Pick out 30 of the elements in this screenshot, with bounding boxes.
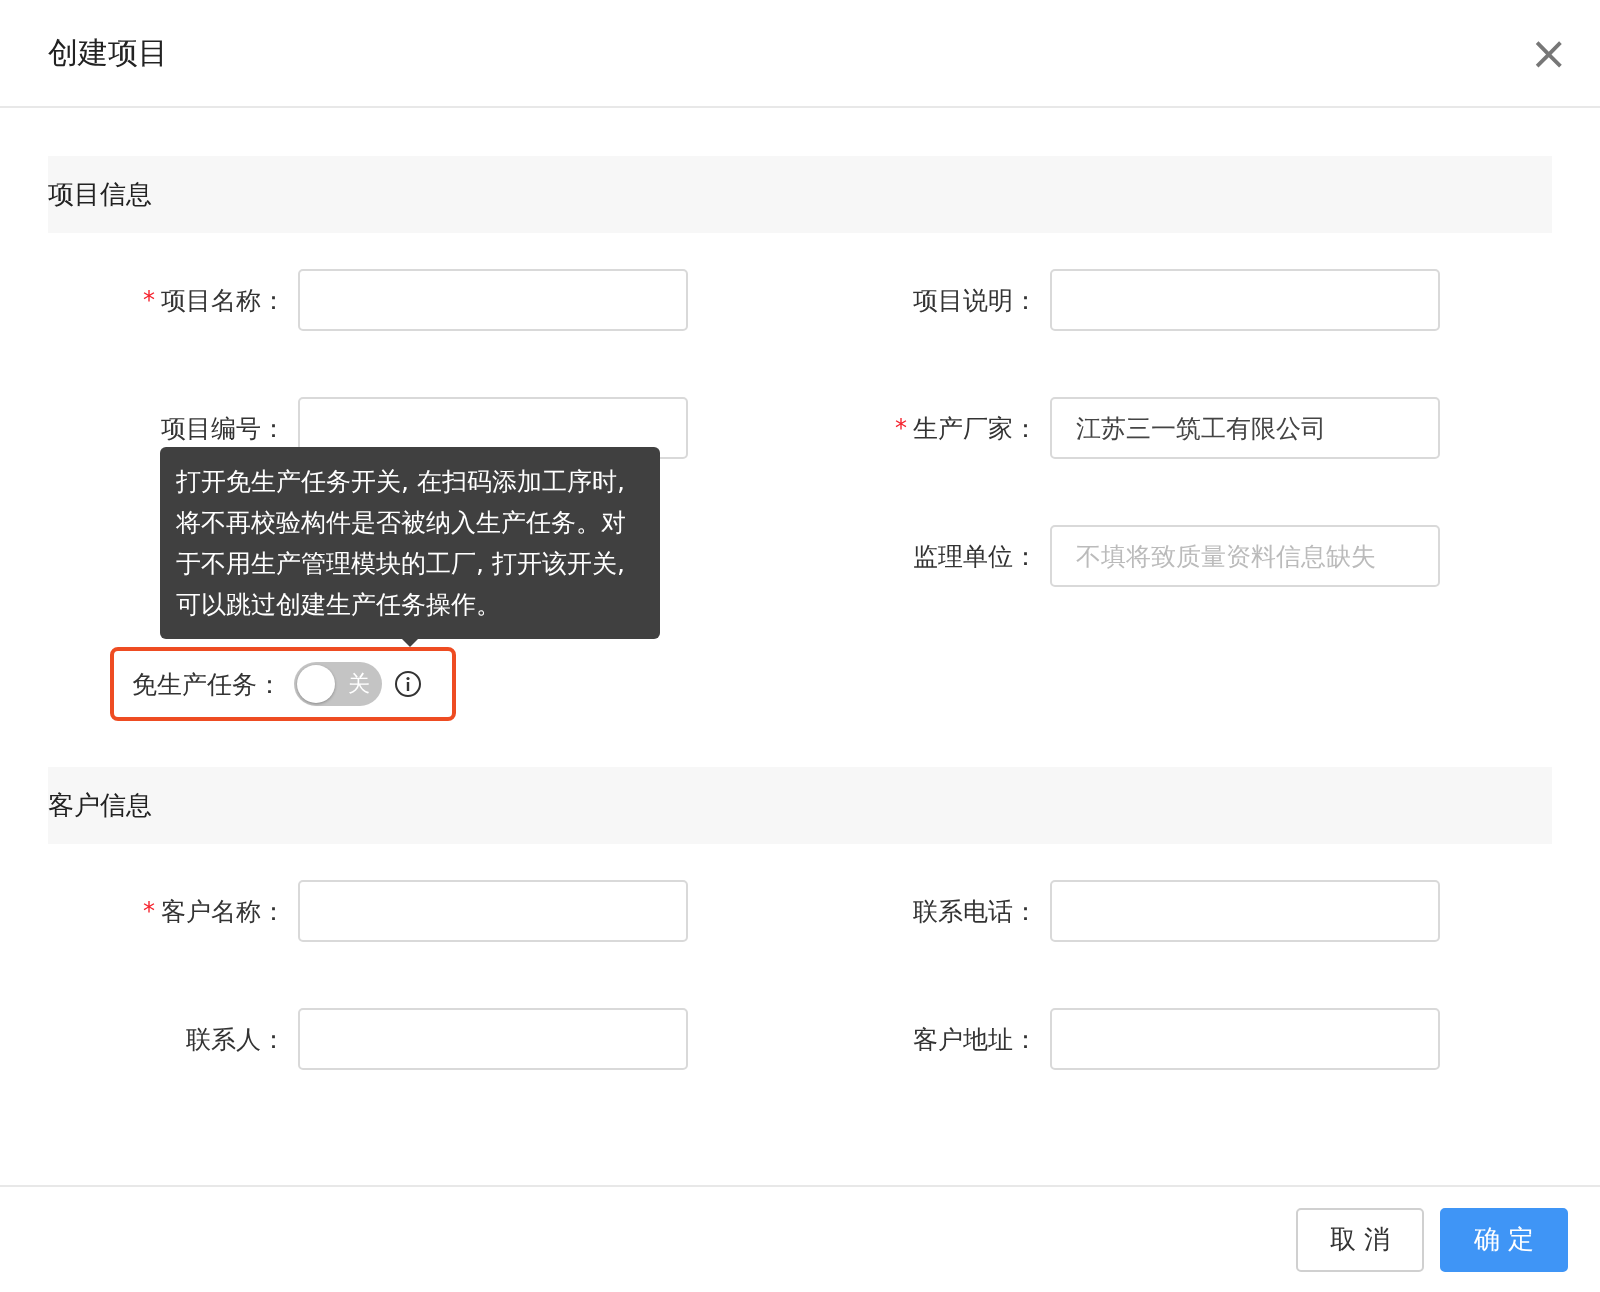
input-field[interactable]	[298, 880, 688, 942]
info-icon[interactable]	[394, 670, 422, 698]
field-label: 项目名称：	[161, 284, 286, 317]
dialog-title: 创建项目	[48, 33, 168, 72]
field-label: 客户名称：	[161, 895, 286, 928]
close-button[interactable]: ×	[1521, 30, 1576, 76]
input-field[interactable]	[298, 269, 688, 331]
input-field[interactable]: 不填将致质量资料信息缺失	[1050, 525, 1440, 587]
field-label: 监理单位：	[913, 540, 1038, 573]
input-field[interactable]	[1050, 1008, 1440, 1070]
field-label: 客户地址：	[913, 1023, 1038, 1056]
field-label: 项目编号：	[161, 412, 286, 445]
required-mark: *	[143, 897, 155, 925]
section-header: 项目信息	[48, 156, 1552, 233]
field-label: 免生产任务：	[132, 668, 282, 701]
confirm-button[interactable]: 确 定	[1440, 1207, 1568, 1272]
input-field[interactable]	[1050, 269, 1440, 331]
input-field[interactable]	[298, 1008, 688, 1070]
cancel-button[interactable]: 取 消	[1296, 1207, 1424, 1272]
tooltip-arrow	[402, 639, 418, 647]
input-field[interactable]	[1050, 880, 1440, 942]
field-label: 联系人：	[186, 1023, 286, 1056]
required-mark: *	[143, 286, 155, 314]
field-label: 项目说明：	[913, 284, 1038, 317]
field-label: 联系电话：	[913, 895, 1038, 928]
field-label: 生产厂家：	[913, 412, 1038, 445]
input-field[interactable]: 江苏三一筑工有限公司	[1050, 397, 1440, 459]
required-mark: *	[895, 414, 907, 442]
tooltip: 打开免生产任务开关, 在扫码添加工序时, 将不再校验构件是否被纳入生产任务。对于不用生产管理模块的工厂, 打开该开关, 可以跳过创建生产任务操作。	[160, 447, 660, 639]
section-header: 客户信息	[48, 767, 1552, 844]
